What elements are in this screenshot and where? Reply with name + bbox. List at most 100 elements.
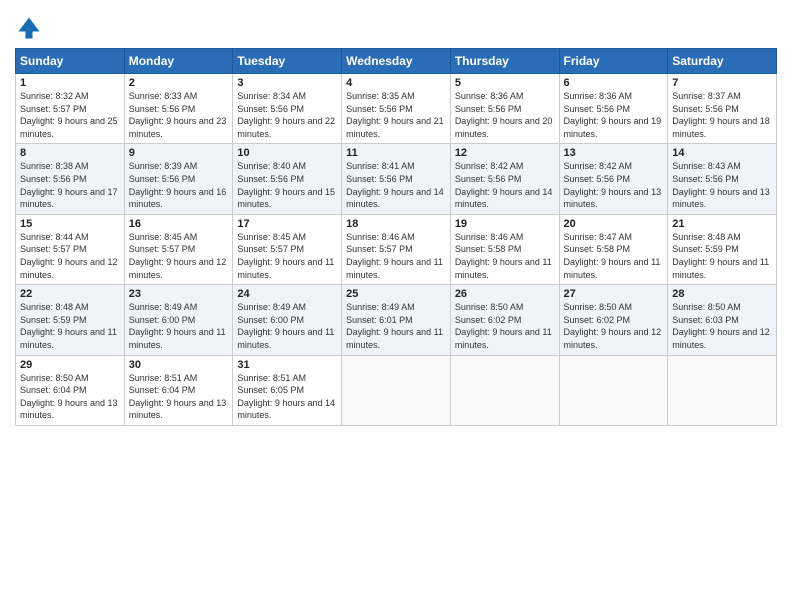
calendar-day-cell: 10 Sunrise: 8:40 AM Sunset: 5:56 PM Dayl… (233, 144, 342, 214)
calendar-week-row: 1 Sunrise: 8:32 AM Sunset: 5:57 PM Dayli… (16, 74, 777, 144)
sunrise-text: Sunrise: 8:38 AM (20, 161, 89, 171)
calendar-day-cell: 21 Sunrise: 8:48 AM Sunset: 5:59 PM Dayl… (668, 214, 777, 284)
calendar-day-cell: 27 Sunrise: 8:50 AM Sunset: 6:02 PM Dayl… (559, 285, 668, 355)
day-info: Sunrise: 8:38 AM Sunset: 5:56 PM Dayligh… (20, 160, 120, 210)
day-number: 15 (20, 218, 120, 230)
daylight-text: Daylight: 9 hours and 22 minutes. (237, 116, 335, 139)
sunset-text: Sunset: 5:56 PM (237, 174, 304, 184)
sunrise-text: Sunrise: 8:49 AM (237, 302, 306, 312)
sunrise-text: Sunrise: 8:36 AM (564, 91, 633, 101)
sunrise-text: Sunrise: 8:42 AM (564, 161, 633, 171)
daylight-text: Daylight: 9 hours and 15 minutes. (237, 187, 335, 210)
calendar-day-cell: 8 Sunrise: 8:38 AM Sunset: 5:56 PM Dayli… (16, 144, 125, 214)
day-number: 26 (455, 288, 555, 300)
day-info: Sunrise: 8:33 AM Sunset: 5:56 PM Dayligh… (129, 90, 229, 140)
daylight-text: Daylight: 9 hours and 19 minutes. (564, 116, 662, 139)
day-info: Sunrise: 8:32 AM Sunset: 5:57 PM Dayligh… (20, 90, 120, 140)
day-info: Sunrise: 8:42 AM Sunset: 5:56 PM Dayligh… (455, 160, 555, 210)
weekday-header-friday: Friday (559, 49, 668, 74)
calendar-empty-cell (450, 355, 559, 425)
day-info: Sunrise: 8:34 AM Sunset: 5:56 PM Dayligh… (237, 90, 337, 140)
sunrise-text: Sunrise: 8:51 AM (237, 373, 306, 383)
calendar-day-cell: 18 Sunrise: 8:46 AM Sunset: 5:57 PM Dayl… (342, 214, 451, 284)
weekday-header-thursday: Thursday (450, 49, 559, 74)
sunrise-text: Sunrise: 8:48 AM (20, 302, 89, 312)
sunset-text: Sunset: 5:57 PM (20, 244, 87, 254)
sunrise-text: Sunrise: 8:50 AM (564, 302, 633, 312)
daylight-text: Daylight: 9 hours and 13 minutes. (20, 398, 118, 421)
sunrise-text: Sunrise: 8:44 AM (20, 232, 89, 242)
day-number: 2 (129, 77, 229, 89)
sunset-text: Sunset: 5:56 PM (346, 104, 413, 114)
weekday-header-monday: Monday (124, 49, 233, 74)
sunset-text: Sunset: 5:56 PM (129, 104, 196, 114)
day-number: 16 (129, 218, 229, 230)
daylight-text: Daylight: 9 hours and 12 minutes. (20, 257, 118, 280)
calendar-empty-cell (342, 355, 451, 425)
day-number: 25 (346, 288, 446, 300)
sunset-text: Sunset: 6:02 PM (455, 315, 522, 325)
sunrise-text: Sunrise: 8:34 AM (237, 91, 306, 101)
day-number: 30 (129, 359, 229, 371)
calendar-day-cell: 20 Sunrise: 8:47 AM Sunset: 5:58 PM Dayl… (559, 214, 668, 284)
day-info: Sunrise: 8:37 AM Sunset: 5:56 PM Dayligh… (672, 90, 772, 140)
weekday-header-saturday: Saturday (668, 49, 777, 74)
day-info: Sunrise: 8:46 AM Sunset: 5:57 PM Dayligh… (346, 231, 446, 281)
day-number: 5 (455, 77, 555, 89)
daylight-text: Daylight: 9 hours and 13 minutes. (564, 187, 662, 210)
day-info: Sunrise: 8:36 AM Sunset: 5:56 PM Dayligh… (564, 90, 664, 140)
day-info: Sunrise: 8:41 AM Sunset: 5:56 PM Dayligh… (346, 160, 446, 210)
day-number: 4 (346, 77, 446, 89)
sunset-text: Sunset: 6:04 PM (129, 385, 196, 395)
daylight-text: Daylight: 9 hours and 11 minutes. (20, 327, 117, 350)
daylight-text: Daylight: 9 hours and 13 minutes. (129, 398, 227, 421)
day-number: 7 (672, 77, 772, 89)
calendar-day-cell: 1 Sunrise: 8:32 AM Sunset: 5:57 PM Dayli… (16, 74, 125, 144)
daylight-text: Daylight: 9 hours and 21 minutes. (346, 116, 444, 139)
day-number: 8 (20, 147, 120, 159)
calendar-day-cell: 5 Sunrise: 8:36 AM Sunset: 5:56 PM Dayli… (450, 74, 559, 144)
day-number: 28 (672, 288, 772, 300)
day-info: Sunrise: 8:47 AM Sunset: 5:58 PM Dayligh… (564, 231, 664, 281)
day-number: 22 (20, 288, 120, 300)
day-number: 6 (564, 77, 664, 89)
calendar-day-cell: 12 Sunrise: 8:42 AM Sunset: 5:56 PM Dayl… (450, 144, 559, 214)
calendar-day-cell: 7 Sunrise: 8:37 AM Sunset: 5:56 PM Dayli… (668, 74, 777, 144)
calendar-day-cell: 14 Sunrise: 8:43 AM Sunset: 5:56 PM Dayl… (668, 144, 777, 214)
sunrise-text: Sunrise: 8:32 AM (20, 91, 89, 101)
day-number: 20 (564, 218, 664, 230)
sunset-text: Sunset: 5:57 PM (237, 244, 304, 254)
sunset-text: Sunset: 6:03 PM (672, 315, 739, 325)
logo (15, 14, 47, 42)
day-number: 21 (672, 218, 772, 230)
daylight-text: Daylight: 9 hours and 14 minutes. (346, 187, 444, 210)
day-info: Sunrise: 8:43 AM Sunset: 5:56 PM Dayligh… (672, 160, 772, 210)
sunset-text: Sunset: 5:57 PM (20, 104, 87, 114)
day-number: 17 (237, 218, 337, 230)
day-number: 19 (455, 218, 555, 230)
sunset-text: Sunset: 5:57 PM (346, 244, 413, 254)
day-info: Sunrise: 8:45 AM Sunset: 5:57 PM Dayligh… (237, 231, 337, 281)
calendar-header-row: SundayMondayTuesdayWednesdayThursdayFrid… (16, 49, 777, 74)
calendar-day-cell: 26 Sunrise: 8:50 AM Sunset: 6:02 PM Dayl… (450, 285, 559, 355)
calendar-day-cell: 11 Sunrise: 8:41 AM Sunset: 5:56 PM Dayl… (342, 144, 451, 214)
daylight-text: Daylight: 9 hours and 25 minutes. (20, 116, 118, 139)
weekday-header-wednesday: Wednesday (342, 49, 451, 74)
day-number: 18 (346, 218, 446, 230)
sunset-text: Sunset: 5:57 PM (129, 244, 196, 254)
sunset-text: Sunset: 6:01 PM (346, 315, 413, 325)
sunrise-text: Sunrise: 8:51 AM (129, 373, 198, 383)
daylight-text: Daylight: 9 hours and 14 minutes. (237, 398, 335, 421)
sunrise-text: Sunrise: 8:35 AM (346, 91, 415, 101)
sunrise-text: Sunrise: 8:50 AM (672, 302, 741, 312)
day-number: 10 (237, 147, 337, 159)
sunset-text: Sunset: 6:00 PM (237, 315, 304, 325)
sunrise-text: Sunrise: 8:49 AM (346, 302, 415, 312)
day-number: 1 (20, 77, 120, 89)
day-info: Sunrise: 8:50 AM Sunset: 6:02 PM Dayligh… (455, 301, 555, 351)
daylight-text: Daylight: 9 hours and 11 minutes. (346, 327, 443, 350)
day-info: Sunrise: 8:35 AM Sunset: 5:56 PM Dayligh… (346, 90, 446, 140)
day-info: Sunrise: 8:48 AM Sunset: 5:59 PM Dayligh… (20, 301, 120, 351)
day-info: Sunrise: 8:49 AM Sunset: 6:00 PM Dayligh… (129, 301, 229, 351)
daylight-text: Daylight: 9 hours and 13 minutes. (672, 187, 770, 210)
